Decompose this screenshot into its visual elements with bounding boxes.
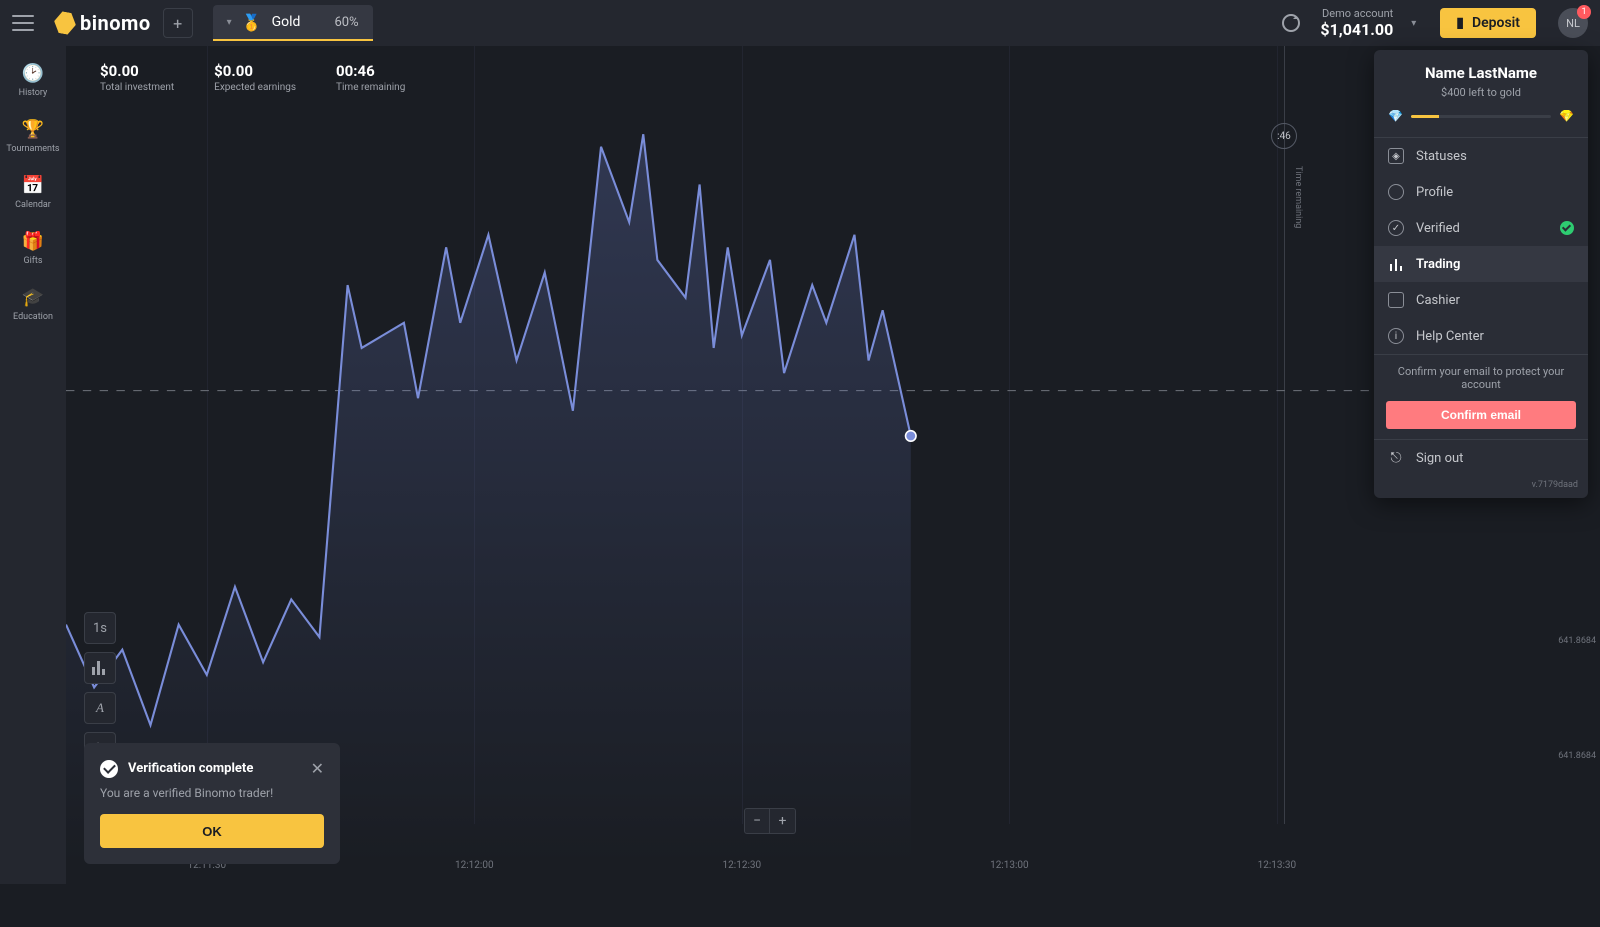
gift-icon: 🎁 [22,230,44,252]
panel-item-verified[interactable]: ✓ Verified [1374,210,1588,246]
logo-text: binomo [80,11,151,35]
account-balance-block[interactable]: Demo account $1,041.00 [1320,7,1393,39]
status-progress [1411,115,1551,118]
panel-item-help[interactable]: i Help Center [1374,318,1588,354]
chart-type-button[interactable] [84,652,116,684]
sidebar-item-education[interactable]: 🎓 Education [13,286,53,322]
logo-mark-icon [52,10,77,35]
panel-item-statuses[interactable]: ◈ Statuses [1374,138,1588,174]
toast-body: You are a verified Binomo trader! [100,786,324,800]
notification-badge: 1 [1577,5,1591,19]
toast-title: Verification complete [128,761,301,776]
check-circle-icon [100,760,118,778]
deposit-label: Deposit [1472,15,1520,31]
asset-tab[interactable]: ▾ 🥇 Gold 60% [213,5,373,41]
asset-name: Gold [272,14,301,30]
diamond-gold-icon: 💎 [1559,109,1574,123]
y-axis-tick: 641.8684 [1558,751,1596,761]
confirm-email-message: Confirm your email to protect your accou… [1374,355,1588,401]
y-axis-tick: 641.8684 [1558,636,1596,646]
diamond-silver-icon: 💎 [1388,109,1403,123]
check-icon: ✓ [1388,220,1404,236]
account-type-label: Demo account [1320,7,1393,20]
asset-icon: 🥇 [242,13,262,32]
avatar-initials: NL [1566,17,1580,30]
bars-icon [1388,256,1404,272]
chevron-down-icon: ▾ [227,17,232,28]
panel-item-profile[interactable]: Profile [1374,174,1588,210]
sidebar-item-calendar[interactable]: 📅 Calendar [15,174,51,210]
sidebar-item-history[interactable]: 🕑 History [19,62,48,98]
wallet-icon: ▮ [1456,15,1464,31]
folder-icon [1388,292,1404,308]
deposit-button[interactable]: ▮ Deposit [1440,8,1536,38]
zoom-in-button[interactable]: + [770,808,796,834]
trophy-icon: 🏆 [22,118,44,140]
toast-ok-button[interactable]: OK [100,814,324,848]
signout-icon: ⎋ [1388,450,1404,466]
main-area: $0.00 Total investment $0.00 Expected ea… [66,46,1600,884]
sidebar-item-gifts[interactable]: 🎁 Gifts [22,230,44,266]
panel-gold-progress-text: $400 left to gold [1388,86,1574,99]
panel-username: Name LastName [1388,64,1574,82]
verified-badge-icon [1560,221,1574,235]
indicators-button[interactable]: A [84,692,116,724]
account-balance-value: $1,041.00 [1320,20,1393,39]
info-icon: i [1388,328,1404,344]
sidebar-item-tournaments[interactable]: 🏆 Tournaments [6,118,59,154]
history-icon: 🕑 [22,62,44,84]
avatar[interactable]: NL 1 [1558,8,1588,38]
logo[interactable]: binomo [54,11,151,35]
account-dropdown: Name LastName $400 left to gold 💎 💎 ◈ St… [1374,50,1588,498]
education-icon: 🎓 [22,286,44,308]
panel-item-trading[interactable]: Trading [1374,246,1588,282]
left-sidebar: 🕑 History 🏆 Tournaments 📅 Calendar 🎁 Gif… [0,46,66,884]
panel-item-cashier[interactable]: Cashier [1374,282,1588,318]
chevron-down-icon[interactable]: ▾ [1411,18,1416,29]
close-icon[interactable]: ✕ [311,759,324,778]
asset-payout: 60% [334,15,358,30]
top-bar: binomo + ▾ 🥇 Gold 60% Demo account $1,04… [0,0,1600,46]
zoom-out-button[interactable]: − [744,808,770,834]
calendar-icon: 📅 [22,174,44,196]
chart-tools: 1s A ✎ [84,612,116,764]
verification-toast: Verification complete ✕ You are a verifi… [84,743,340,864]
diamond-icon: ◈ [1388,148,1404,164]
panel-item-signout[interactable]: ⎋ Sign out [1374,440,1588,476]
user-icon [1388,184,1404,200]
refresh-icon[interactable] [1282,14,1300,32]
menu-icon[interactable] [12,15,34,31]
version-label: v.7179daad [1374,476,1588,498]
confirm-email-button[interactable]: Confirm email [1386,401,1576,429]
zoom-control: − + [744,808,796,834]
interval-button[interactable]: 1s [84,612,116,644]
add-asset-button[interactable]: + [163,8,193,38]
